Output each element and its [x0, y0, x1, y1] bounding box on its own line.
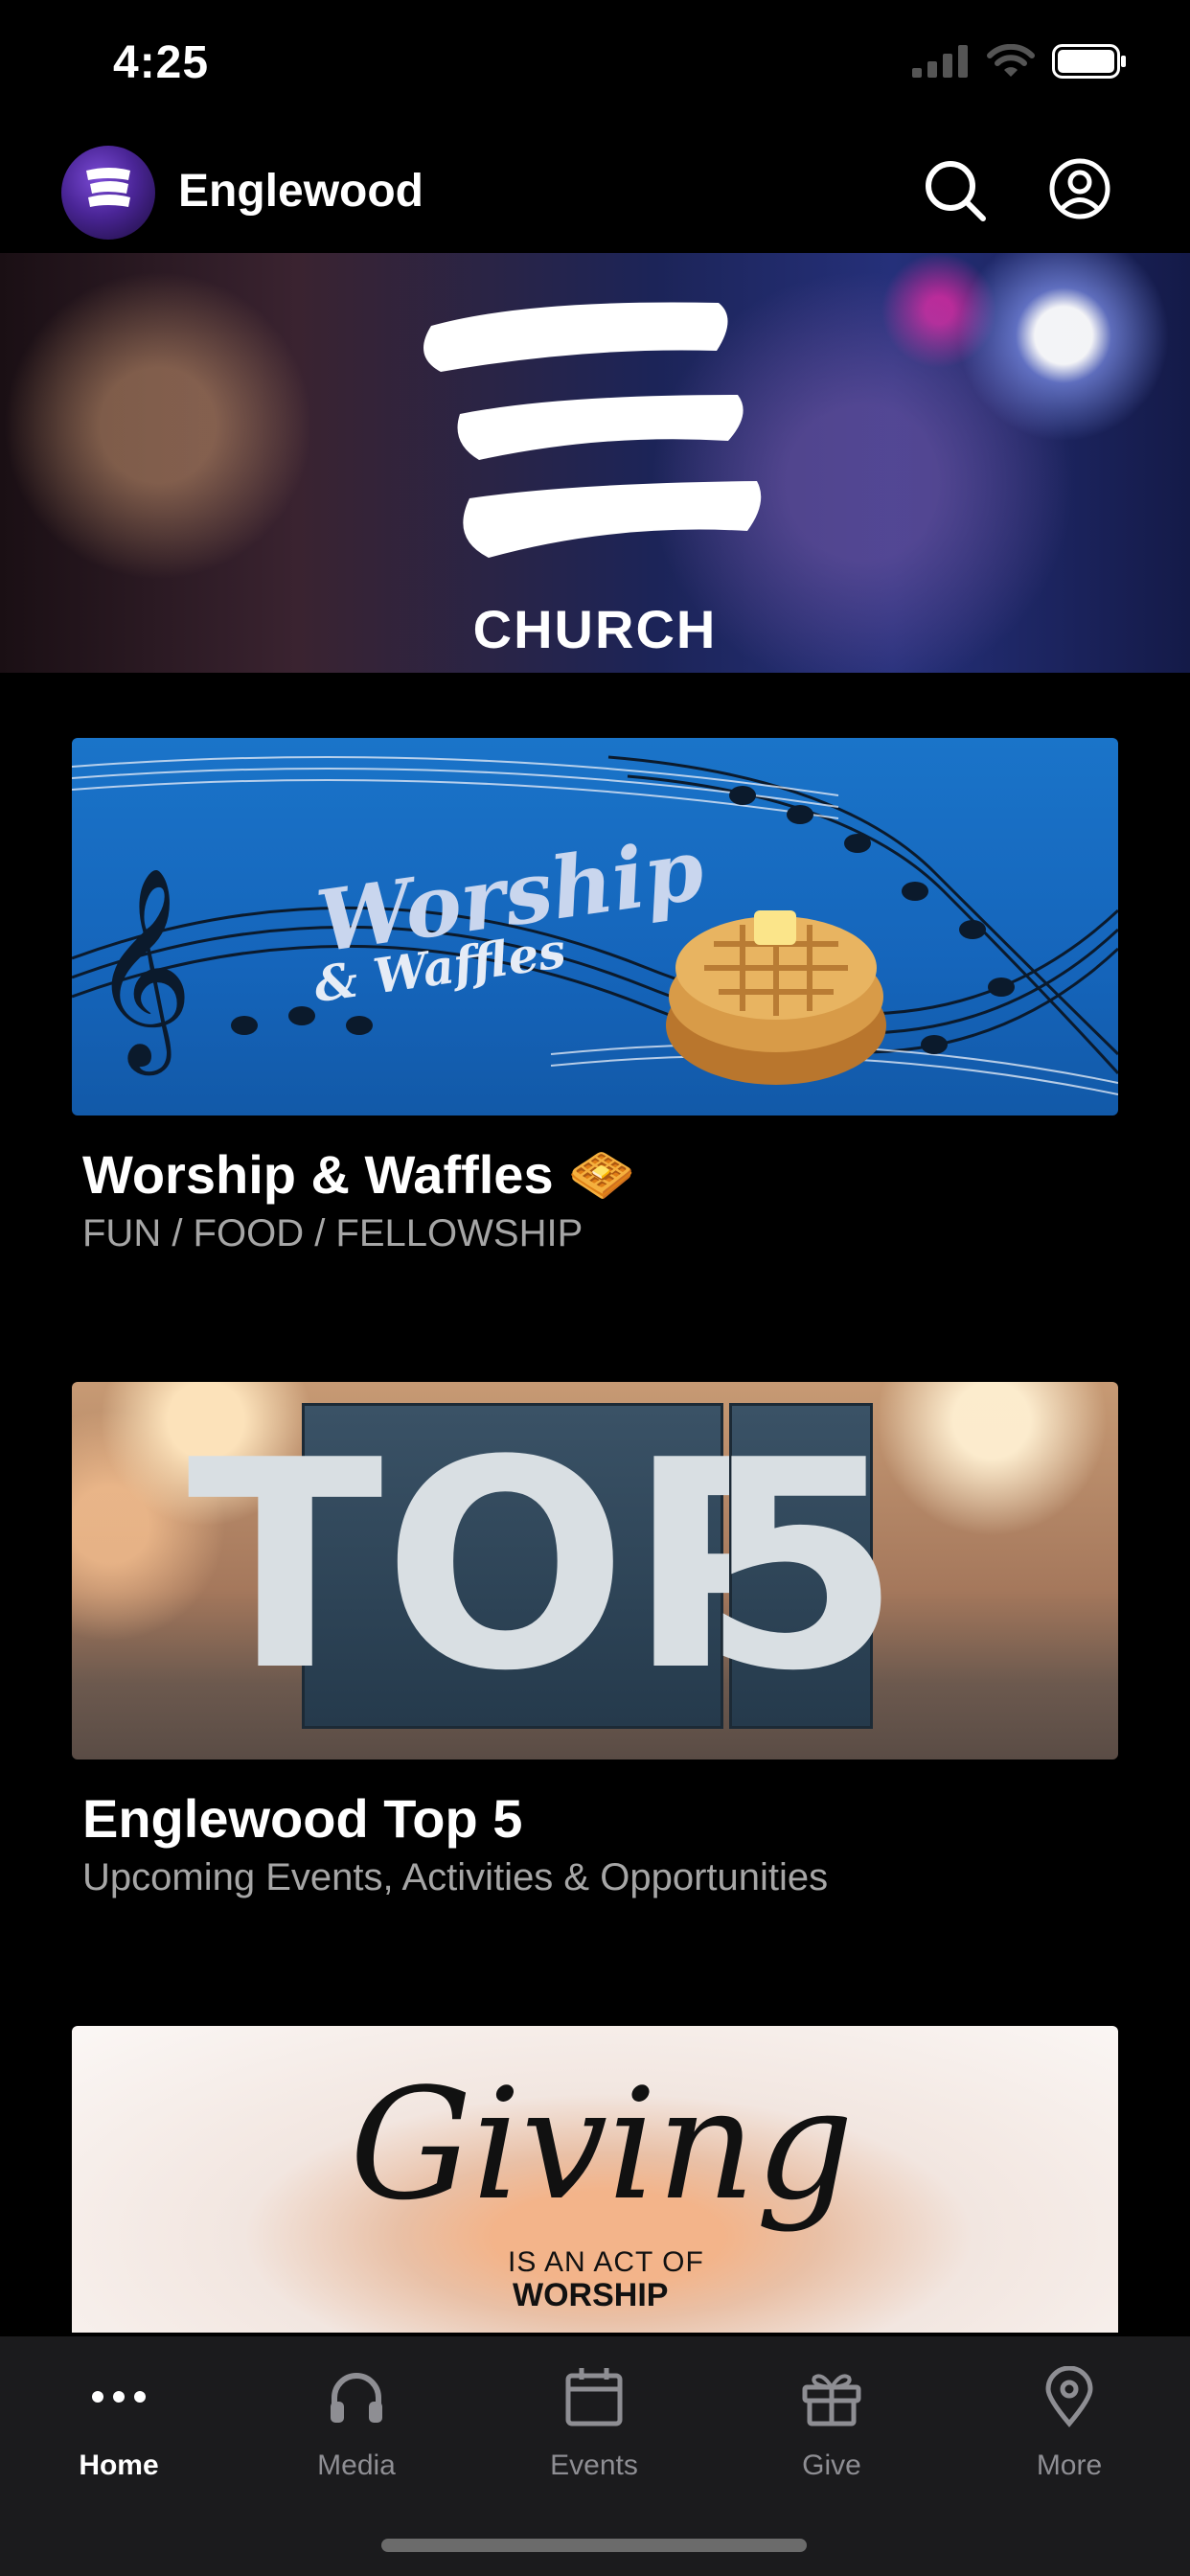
card-image: 𝄞 Worship & Waffles — [72, 738, 1118, 1116]
image-text-top: TOP — [187, 1398, 838, 1734]
svg-text:𝄞: 𝄞 — [91, 866, 193, 1075]
header-title: Englewood — [178, 166, 423, 217]
tab-label: More — [1036, 2450, 1103, 2481]
church-logo[interactable] — [61, 146, 155, 240]
hero-banner[interactable]: CHURCH — [0, 253, 1190, 673]
card-giving[interactable]: Giving IS AN ACT OF WORSHIP — [72, 2026, 1118, 2333]
letterpress-blocks: TOP 5 — [187, 1398, 902, 1734]
image-text-giving: Giving — [350, 2055, 855, 2234]
search-icon — [926, 161, 986, 221]
card-title: Englewood Top 5 — [82, 1788, 523, 1849]
image-text-five: 5 — [700, 1398, 902, 1734]
card-top-5[interactable]: TOP 5 Englewood Top 5 Upcoming Events, A… — [72, 1382, 1118, 1901]
tab-home[interactable]: Home — [23, 2363, 215, 2482]
tab-more[interactable]: More — [973, 2363, 1165, 2482]
location-pin-icon — [1045, 2366, 1093, 2427]
status-icons — [912, 44, 1127, 79]
status-bar: 4:25 — [0, 0, 1190, 134]
tab-media[interactable]: Media — [261, 2363, 452, 2482]
card-subtitle: FUN / FOOD / FELLOWSHIP — [82, 1212, 584, 1254]
card-image: Giving IS AN ACT OF WORSHIP — [72, 2026, 1118, 2333]
image-text-worship: WORSHIP — [513, 2277, 669, 2313]
tab-events[interactable]: Events — [498, 2363, 690, 2482]
image-text-act-of: IS AN ACT OF — [508, 2246, 704, 2278]
tab-label: Home — [79, 2450, 159, 2481]
hero-caption: CHURCH — [472, 599, 718, 659]
tab-label: Events — [550, 2450, 638, 2481]
card-title: Worship & Waffles 🧇 — [82, 1144, 635, 1205]
card-image: TOP 5 — [72, 1382, 1118, 1760]
app-header: Englewood — [0, 134, 1190, 253]
calendar-icon — [565, 2368, 623, 2426]
home-indicator — [381, 2539, 807, 2552]
gift-icon — [802, 2374, 861, 2426]
account-button[interactable] — [1048, 157, 1111, 220]
search-button[interactable] — [922, 157, 989, 224]
cellular-signal-icon — [912, 45, 968, 78]
user-account-icon — [1049, 158, 1110, 219]
battery-icon — [1052, 44, 1126, 79]
church-brush-logo-icon — [423, 302, 762, 558]
tab-label: Give — [802, 2450, 861, 2481]
card-worship-waffles[interactable]: 𝄞 Worship & Waffles Worship & Waffles 🧇 … — [72, 738, 1118, 1257]
tab-give[interactable]: Give — [736, 2363, 927, 2482]
more-dots-icon — [92, 2391, 146, 2403]
card-subtitle: Upcoming Events, Activities & Opportunit… — [82, 1856, 829, 1898]
church-logo-icon — [86, 168, 130, 207]
wifi-icon — [987, 44, 1035, 77]
status-time: 4:25 — [113, 37, 210, 88]
tab-label: Media — [317, 2450, 396, 2481]
headphones-icon — [331, 2373, 382, 2423]
